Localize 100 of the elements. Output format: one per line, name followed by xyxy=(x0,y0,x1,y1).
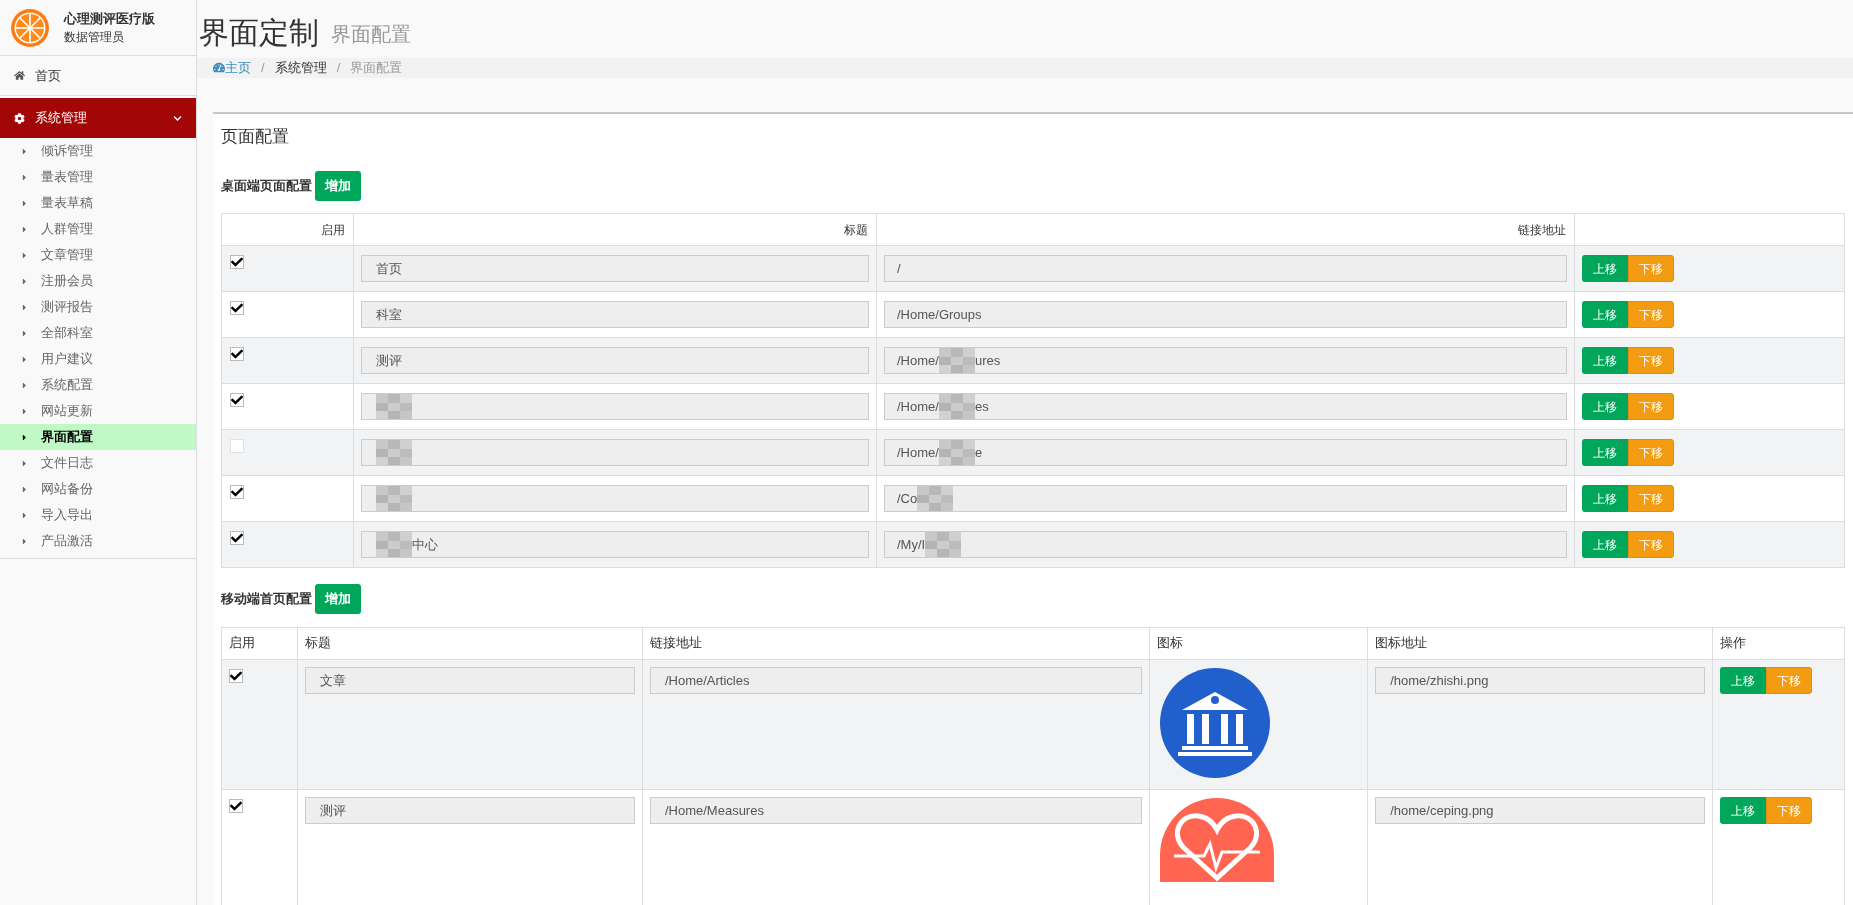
checkbox[interactable] xyxy=(230,485,244,499)
sidebar-subitem[interactable]: 系统配置 xyxy=(0,372,196,398)
checkbox[interactable] xyxy=(230,393,244,407)
title-field[interactable]: 科室 xyxy=(361,301,869,328)
field-text: /Home/ xyxy=(897,397,939,416)
link-field[interactable]: /Co xyxy=(884,485,1567,512)
sidebar-subitem[interactable]: 用户建议 xyxy=(0,346,196,372)
column-header: 启用 xyxy=(229,636,255,651)
page-title: 界面定制 xyxy=(199,15,319,51)
field-text: es xyxy=(974,397,989,416)
move-up-button[interactable]: 上移 xyxy=(1582,439,1628,466)
caret-icon xyxy=(22,276,27,286)
checkbox[interactable] xyxy=(229,799,243,813)
checkbox[interactable] xyxy=(230,255,244,269)
link-field[interactable]: /Home/ ures xyxy=(884,347,1567,374)
sidebar-subitem[interactable]: 产品激活 xyxy=(0,528,196,554)
caret-icon xyxy=(22,380,27,390)
checkbox[interactable] xyxy=(230,531,244,545)
breadcrumb-separator: / xyxy=(260,59,266,77)
move-up-button[interactable]: 上移 xyxy=(1720,667,1767,694)
icon-path-field[interactable]: /home/ceping.png xyxy=(1375,797,1706,824)
section-label: 桌面端页面配置 xyxy=(221,177,312,195)
field-text: /Home/Groups xyxy=(897,305,982,324)
breadcrumb-item[interactable]: 系统管理 xyxy=(274,58,327,78)
user-role: 数据管理员 xyxy=(64,29,125,47)
column-header: 标题 xyxy=(844,222,868,237)
page-subtitle: 界面配置 xyxy=(331,22,411,47)
checkbox[interactable] xyxy=(230,301,244,315)
sidebar-subitem[interactable]: 导入导出 xyxy=(0,502,196,528)
sidebar-subitem[interactable]: 网站备份 xyxy=(0,476,196,502)
chevron-down-icon xyxy=(173,113,182,123)
link-field[interactable]: /Home/Groups xyxy=(884,301,1567,328)
title-field[interactable] xyxy=(361,393,869,420)
field-text: /Home/ xyxy=(897,443,939,462)
link-field[interactable]: /Home/Measures xyxy=(649,797,1143,824)
caret-icon xyxy=(22,146,27,156)
section-label: 移动端首页配置 xyxy=(221,590,312,608)
caret-icon xyxy=(22,536,27,546)
title-field[interactable]: 测评 xyxy=(361,347,869,374)
link-field[interactable]: /Home/ es xyxy=(884,393,1567,420)
title-field[interactable]: 中心 xyxy=(361,531,869,558)
title-field[interactable]: 测评 xyxy=(305,797,635,824)
field-text: 科室 xyxy=(376,305,402,324)
checkbox[interactable] xyxy=(229,669,243,683)
move-up-button[interactable]: 上移 xyxy=(1582,485,1628,512)
caret-icon xyxy=(22,224,27,234)
checkbox[interactable] xyxy=(230,347,244,361)
sidebar-item[interactable]: 首页 xyxy=(0,56,196,96)
sidebar-subitem[interactable]: 量表草稿 xyxy=(0,190,196,216)
sidebar-subitem[interactable]: 测评报告 xyxy=(0,294,196,320)
title-field[interactable] xyxy=(361,485,869,512)
panel-title: 页面配置 xyxy=(221,125,290,148)
heart-pulse-icon xyxy=(1160,798,1275,882)
caret-icon xyxy=(22,172,27,182)
title-field[interactable] xyxy=(361,439,869,466)
icon-path-field[interactable]: /home/zhishi.png xyxy=(1375,667,1706,694)
link-field[interactable]: / xyxy=(884,255,1567,282)
link-field[interactable]: /Home/ e xyxy=(884,439,1567,466)
sidebar-subitem[interactable]: 文章管理 xyxy=(0,242,196,268)
field-text: 中心 xyxy=(412,535,438,554)
sidebar-subitem[interactable]: 注册会员 xyxy=(0,268,196,294)
move-up-button[interactable]: 上移 xyxy=(1582,301,1628,328)
column-header: 标题 xyxy=(305,636,332,651)
sidebar-subitem[interactable]: 界面配置 xyxy=(0,424,196,450)
sidebar-subitem[interactable]: 人群管理 xyxy=(0,216,196,242)
add-button[interactable]: 增加 xyxy=(315,584,361,614)
move-up-button[interactable]: 上移 xyxy=(1582,255,1628,282)
brand-title: 心理测评医疗版 xyxy=(64,9,155,28)
caret-icon xyxy=(22,510,27,520)
link-field[interactable]: /My/I xyxy=(884,531,1567,558)
title-field[interactable]: 文章 xyxy=(305,667,635,694)
move-up-button[interactable]: 上移 xyxy=(1582,347,1628,374)
sidebar-subitem[interactable]: 量表管理 xyxy=(0,164,196,190)
sidebar-subitem[interactable]: 倾诉管理 xyxy=(0,138,196,164)
sidebar-subitem[interactable]: 网站更新 xyxy=(0,398,196,424)
field-text: / xyxy=(897,259,901,278)
field-text: /Home/ xyxy=(897,351,939,370)
link-field[interactable]: /Home/Articles xyxy=(649,667,1143,694)
settings-icon xyxy=(14,112,25,124)
checkbox[interactable] xyxy=(230,439,244,453)
move-up-button[interactable]: 上移 xyxy=(1720,797,1767,824)
caret-icon xyxy=(22,406,27,416)
caret-icon xyxy=(22,432,27,442)
column-header: 启用 xyxy=(321,222,345,237)
breadcrumb-link[interactable]: 主页 xyxy=(213,58,251,78)
title-field[interactable]: 首页 xyxy=(361,255,869,282)
breadcrumb-item: 界面配置 xyxy=(350,59,403,77)
field-text: 测评 xyxy=(376,351,402,370)
sidebar-subitem[interactable]: 文件日志 xyxy=(0,450,196,476)
bank-icon xyxy=(1160,668,1271,778)
move-up-button[interactable]: 上移 xyxy=(1582,393,1628,420)
home-icon xyxy=(14,70,25,81)
column-header: 操作 xyxy=(1720,636,1747,651)
dashboard-icon xyxy=(213,62,225,74)
field-text: e xyxy=(974,443,983,462)
sidebar-subitem[interactable]: 全部科室 xyxy=(0,320,196,346)
sidebar-group[interactable]: 系统管理 xyxy=(0,98,196,138)
move-up-button[interactable]: 上移 xyxy=(1582,531,1628,558)
add-button[interactable]: 增加 xyxy=(315,171,361,201)
caret-icon xyxy=(22,458,27,468)
